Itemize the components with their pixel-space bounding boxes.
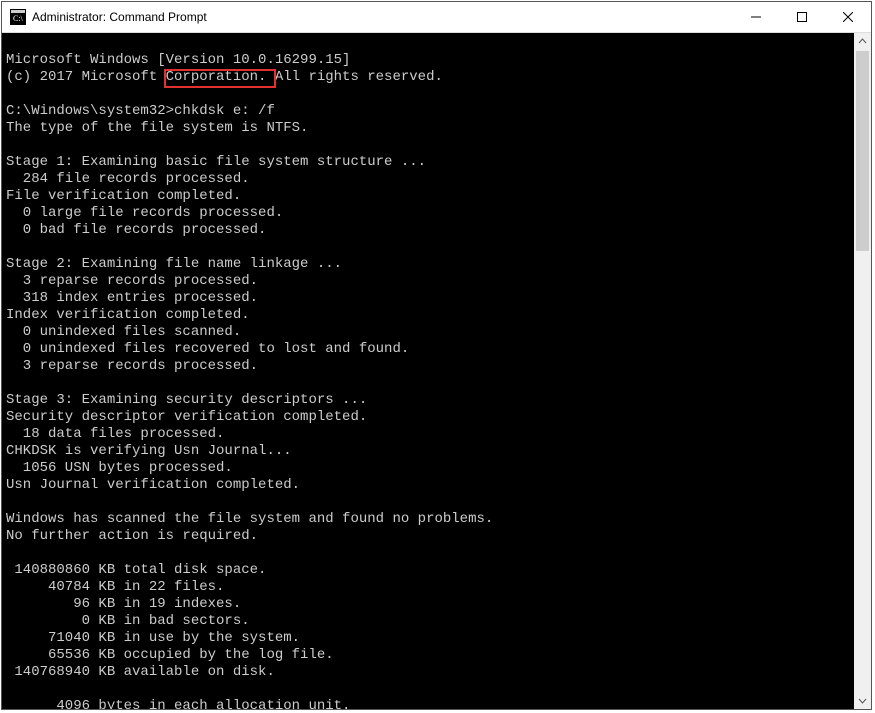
output-line: 40784 KB in 22 files.	[6, 579, 224, 595]
output-line: 96 KB in 19 indexes.	[6, 596, 241, 612]
output-line: 1056 USN bytes processed.	[6, 460, 233, 476]
output-line: 0 large file records processed.	[6, 205, 283, 221]
output-line: Stage 3: Examining security descriptors …	[6, 392, 367, 408]
output-line: 140768940 KB available on disk.	[6, 664, 275, 680]
svg-text:C:\: C:\	[13, 14, 24, 23]
output-line: 18 data files processed.	[6, 426, 224, 442]
output-line: (c) 2017 Microsoft Corporation. All righ…	[6, 69, 443, 85]
maximize-button[interactable]	[779, 2, 825, 32]
output-line: Usn Journal verification completed.	[6, 477, 300, 493]
title-bar[interactable]: C:\ Administrator: Command Prompt	[2, 2, 871, 33]
output-line: Stage 2: Examining file name linkage ...	[6, 256, 342, 272]
client-area: Microsoft Windows [Version 10.0.16299.15…	[2, 33, 871, 709]
output-line: 65536 KB occupied by the log file.	[6, 647, 334, 663]
scroll-thumb[interactable]	[856, 51, 869, 251]
vertical-scrollbar[interactable]	[854, 33, 871, 709]
output-line: Stage 1: Examining basic file system str…	[6, 154, 426, 170]
output-line: Microsoft Windows [Version 10.0.16299.15…	[6, 52, 350, 68]
cmd-icon: C:\	[10, 9, 26, 25]
prompt-path: C:\Windows\system32>	[6, 103, 174, 119]
typed-command: chkdsk e: /f	[174, 103, 275, 119]
console-output[interactable]: Microsoft Windows [Version 10.0.16299.15…	[2, 33, 854, 709]
window-controls	[733, 2, 871, 32]
window-title: Administrator: Command Prompt	[32, 10, 733, 24]
output-line: 0 unindexed files recovered to lost and …	[6, 341, 409, 357]
output-line: 284 file records processed.	[6, 171, 250, 187]
output-line: 3 reparse records processed.	[6, 273, 258, 289]
output-line: File verification completed.	[6, 188, 241, 204]
output-line: 318 index entries processed.	[6, 290, 258, 306]
output-line: CHKDSK is verifying Usn Journal...	[6, 443, 292, 459]
output-line: No further action is required.	[6, 528, 258, 544]
output-line: 3 reparse records processed.	[6, 358, 258, 374]
output-line: Security descriptor verification complet…	[6, 409, 367, 425]
output-line: The type of the file system is NTFS.	[6, 120, 308, 136]
output-line: 71040 KB in use by the system.	[6, 630, 300, 646]
output-line: 140880860 KB total disk space.	[6, 562, 266, 578]
output-line: 0 unindexed files scanned.	[6, 324, 241, 340]
output-line: 0 bad file records processed.	[6, 222, 266, 238]
scroll-up-button[interactable]	[854, 33, 871, 50]
cmd-window: C:\ Administrator: Command Prompt Micros…	[1, 1, 872, 710]
output-line: Windows has scanned the file system and …	[6, 511, 493, 527]
scroll-down-button[interactable]	[854, 692, 871, 709]
output-line: 0 KB in bad sectors.	[6, 613, 250, 629]
output-line: 4096 bytes in each allocation unit.	[6, 698, 350, 709]
output-line: Index verification completed.	[6, 307, 250, 323]
minimize-button[interactable]	[733, 2, 779, 32]
close-button[interactable]	[825, 2, 871, 32]
